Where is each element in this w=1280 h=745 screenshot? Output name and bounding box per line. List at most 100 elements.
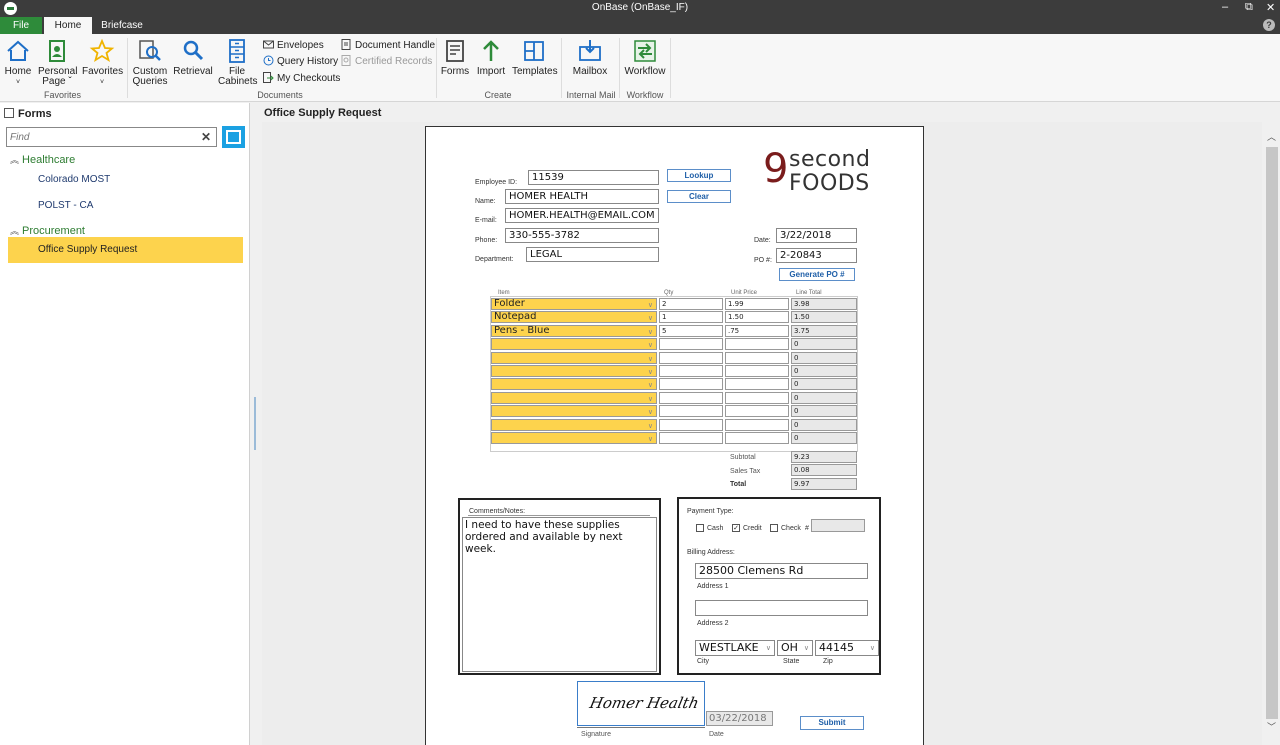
unit-price-field[interactable]	[725, 365, 789, 377]
phone-field[interactable]: 330-555-3782	[505, 228, 659, 243]
retrieval-button[interactable]: Retrieval	[173, 38, 213, 77]
item-select[interactable]	[491, 378, 657, 390]
qty-field[interactable]	[659, 378, 723, 390]
line-total-field: 0	[791, 365, 857, 377]
item-select[interactable]	[491, 405, 657, 417]
my-checkouts-label: My Checkouts	[277, 73, 341, 84]
qty-field[interactable]: 1	[659, 311, 723, 323]
form-item-colorado-most[interactable]: Colorado MOST	[8, 167, 243, 193]
vertical-scrollbar[interactable]: ︿ ﹀	[1264, 122, 1280, 745]
query-history-button[interactable]: Query History	[263, 55, 338, 69]
document-handle-button[interactable]: Document Handle	[341, 39, 435, 53]
submit-button[interactable]: Submit	[800, 716, 864, 730]
unit-price-field[interactable]: 1.50	[725, 311, 789, 323]
qty-field[interactable]	[659, 405, 723, 417]
tab-briefcase[interactable]: Briefcase	[96, 17, 148, 34]
department-field[interactable]: LEGAL	[526, 247, 659, 262]
scroll-down-icon[interactable]: ﹀	[1267, 720, 1276, 733]
close-button[interactable]: ✕	[1266, 1, 1275, 14]
clear-button[interactable]: Clear	[667, 190, 731, 203]
unit-price-field[interactable]	[725, 392, 789, 404]
unit-price-field[interactable]	[725, 352, 789, 364]
tab-file[interactable]: File	[0, 17, 42, 34]
address2-label: Address 2	[697, 620, 729, 627]
address1-field[interactable]: 28500 Clemens Rd	[695, 563, 868, 579]
unit-price-field[interactable]	[725, 378, 789, 390]
item-select[interactable]	[491, 419, 657, 431]
item-select[interactable]	[491, 338, 657, 350]
unit-price-field[interactable]: .75	[725, 325, 789, 337]
forms-button[interactable]: Forms	[440, 38, 470, 77]
zip-select[interactable]: 44145 ∨	[815, 640, 879, 656]
my-checkouts-button[interactable]: My Checkouts	[263, 72, 340, 86]
category-healthcare[interactable]: ︽ Healthcare	[10, 153, 75, 166]
email-field[interactable]: HOMER.HEALTH@EMAIL.COM	[505, 208, 659, 223]
category-procurement[interactable]: ︽ Procurement	[10, 224, 85, 237]
star-icon	[89, 38, 115, 62]
city-select[interactable]: WESTLAKE ∨	[695, 640, 775, 656]
workflow-button[interactable]: Workflow	[624, 38, 666, 77]
scrollbar-thumb[interactable]	[1266, 147, 1278, 719]
favorites-button[interactable]: Favorites ˅	[82, 38, 123, 88]
cash-checkbox[interactable]	[696, 524, 704, 532]
form-item-office-supply-request[interactable]: Office Supply Request	[8, 237, 243, 263]
file-cabinets-button[interactable]: File Cabinets	[218, 38, 257, 87]
name-field[interactable]: HOMER HEALTH	[505, 189, 659, 204]
comments-textarea[interactable]: I need to have these supplies ordered an…	[462, 517, 657, 672]
home-button[interactable]: Home ˅	[3, 38, 33, 88]
payment-box: Payment Type: Cash ✓ Credit Check # Bill…	[677, 497, 881, 675]
custom-queries-button[interactable]: Custom Queries	[131, 38, 169, 87]
date-field[interactable]: 3/22/2018	[776, 228, 857, 243]
generate-po-button[interactable]: Generate PO #	[779, 268, 855, 281]
qty-field[interactable]	[659, 432, 723, 444]
help-icon[interactable]: ?	[1263, 19, 1275, 31]
unit-price-field[interactable]: 1.99	[725, 298, 789, 310]
unit-price-field[interactable]	[725, 419, 789, 431]
chevron-down-icon: ∨	[869, 644, 875, 652]
po-field[interactable]: 2-20843	[776, 248, 857, 263]
templates-button[interactable]: Templates	[512, 38, 558, 77]
find-input[interactable]	[7, 128, 192, 146]
qty-field[interactable]	[659, 392, 723, 404]
state-select[interactable]: OH ∨	[777, 640, 813, 656]
item-select[interactable]: Folder	[491, 298, 657, 310]
item-select[interactable]	[491, 365, 657, 377]
item-select[interactable]	[491, 392, 657, 404]
qty-field[interactable]: 2	[659, 298, 723, 310]
lookup-button[interactable]: Lookup	[667, 169, 731, 182]
check-checkbox[interactable]	[770, 524, 778, 532]
item-select[interactable]	[491, 352, 657, 364]
comments-box: Comments/Notes: I need to have these sup…	[458, 498, 661, 675]
qty-field[interactable]	[659, 419, 723, 431]
mailbox-button[interactable]: Mailbox	[568, 38, 612, 77]
qty-field[interactable]	[659, 352, 723, 364]
qty-field[interactable]	[659, 365, 723, 377]
scroll-up-icon[interactable]: ︿	[1267, 130, 1276, 143]
form-item-polst-ca[interactable]: POLST - CA	[8, 193, 243, 219]
credit-checkbox[interactable]: ✓	[732, 524, 740, 532]
clear-find-icon[interactable]: ✕	[201, 130, 211, 144]
restore-button[interactable]: ⧉	[1245, 1, 1253, 14]
tab-home[interactable]: Home	[44, 17, 92, 34]
envelopes-button[interactable]: Envelopes	[263, 39, 324, 53]
unit-price-field[interactable]	[725, 432, 789, 444]
address2-field[interactable]	[695, 600, 868, 616]
personal-page-button[interactable]: Personal Page ˇ	[38, 38, 77, 87]
item-select[interactable]	[491, 432, 657, 444]
item-select[interactable]: Pens - Blue	[491, 325, 657, 337]
minimize-button[interactable]: –	[1222, 1, 1228, 13]
panel-splitter[interactable]	[254, 397, 256, 450]
certified-records-button[interactable]: Certified Records	[341, 55, 432, 69]
import-button[interactable]: Import	[475, 38, 507, 77]
certified-records-label: Certified Records	[355, 56, 433, 67]
ribbon-separator	[619, 38, 620, 98]
item-select[interactable]: Notepad	[491, 311, 657, 323]
signature-pad[interactable]: Homer Health	[577, 681, 705, 726]
filter-view-button[interactable]	[222, 126, 245, 148]
qty-field[interactable]	[659, 338, 723, 350]
qty-field[interactable]: 5	[659, 325, 723, 337]
unit-price-field[interactable]	[725, 338, 789, 350]
employee-id-field[interactable]: 11539	[528, 170, 659, 185]
check-number-field[interactable]	[811, 519, 865, 532]
unit-price-field[interactable]	[725, 405, 789, 417]
